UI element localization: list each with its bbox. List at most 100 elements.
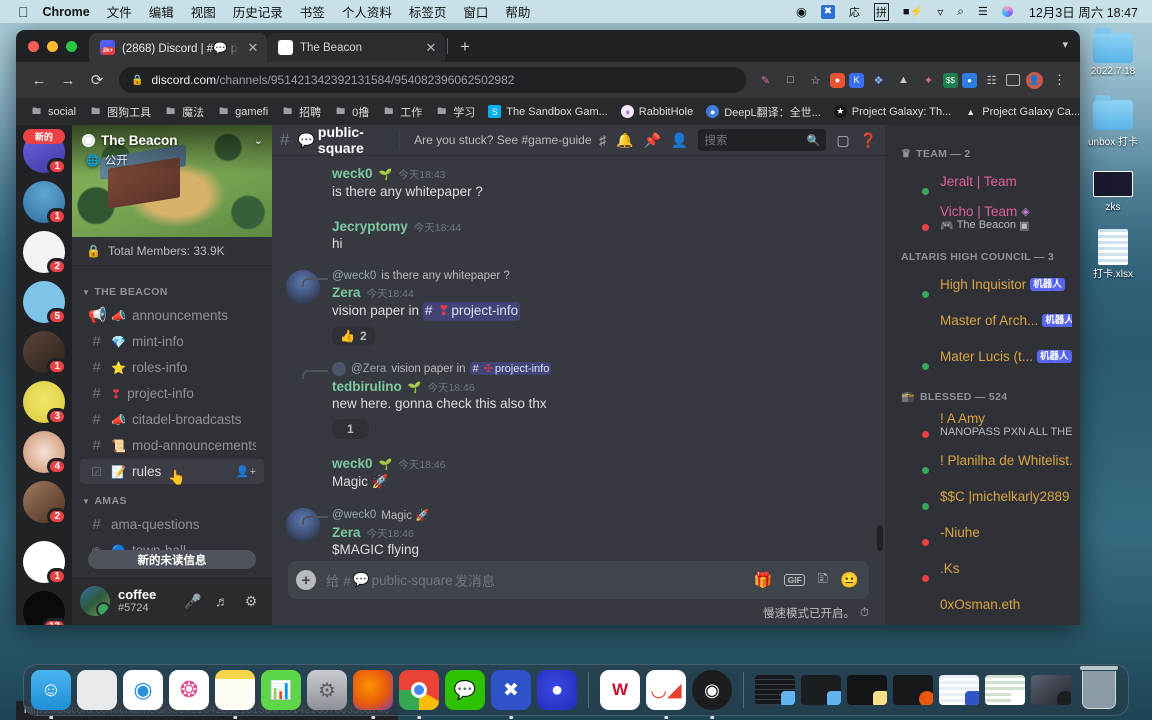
member-row[interactable]: $$C |michelkarly2889 | [885,480,1080,513]
channel-mention-link[interactable]: # ❣ project-info [422,301,521,321]
chevron-down-icon[interactable]: ⌄ [254,134,263,147]
back-button[interactable]: ← [26,67,52,93]
dock-item-obs[interactable]: ◉ [692,667,732,719]
member-row[interactable]: 0xOsman.eth [885,588,1080,621]
dock-item-photos[interactable]: ❂ [169,667,209,713]
screen-icon[interactable] [1006,74,1020,86]
dock-item-system-preferences[interactable]: ⚙ [307,667,347,713]
dock-item-xmind[interactable]: ✖ [491,667,531,719]
apps-icon[interactable]: ● [830,72,845,88]
guild-icon-8[interactable]: 2 [23,481,67,525]
dock-minimized-spreadsheet[interactable] [939,667,979,713]
battery-icon[interactable]: ■⚡ [903,5,923,18]
bookmark-magic[interactable]: 🖿 魔法 [158,101,210,123]
message-author[interactable]: Jecryptomy [332,218,408,236]
minimize-window-button[interactable] [47,40,58,52]
bookmark-social[interactable]: 🖿 social [24,102,82,121]
guild-icon-4[interactable]: 5 [23,281,67,325]
desktop-icon-zks[interactable]: zks [1078,166,1148,213]
bookmark-gamefi[interactable]: 🖿 gamefi [211,102,274,121]
guild-icon-5[interactable]: 1 [23,331,67,375]
chevron-down-icon[interactable]: ▾ [1062,38,1068,51]
message-author[interactable]: tedbirulino [332,378,402,396]
guild-icon-6[interactable]: 3 [23,381,67,425]
new-tab-button[interactable]: + [450,38,480,55]
menubar-item-tabs[interactable]: 标签页 [409,2,447,21]
pin-icon[interactable]: 📌 [643,132,660,149]
dock-minimized-photo-window[interactable] [1031,667,1071,713]
message-author[interactable]: Zera [332,524,361,542]
help-icon[interactable]: ❓ [860,132,877,149]
message-reaction[interactable]: 👍 2 [332,325,375,346]
maximize-window-button[interactable] [66,40,77,52]
dock-item-wps-cloud[interactable]: W [600,667,640,713]
extension-blue-icon[interactable]: ● [962,72,977,88]
close-icon[interactable]: ✕ [424,40,438,56]
sidebar-channel-announcements[interactable]: 📢 📣 announcements [80,303,264,328]
add-member-icon[interactable]: 👤+ [236,465,256,478]
dock-minimized-dark-window-2[interactable] [893,667,933,713]
menubar-item-file[interactable]: 文件 [107,2,132,21]
ime-icon[interactable]: 応 [849,4,860,20]
member-row[interactable]: ! Planilha de Whitelist... [885,444,1080,477]
bookmark-deepl[interactable]: ● DeepL翻译：全世... [700,101,827,123]
search-input[interactable]: 搜索 🔍 [698,129,827,151]
menu-kebab-icon[interactable]: ⋮ [1049,70,1070,91]
dock-item-firefox[interactable] [353,667,393,719]
gif-icon[interactable]: GIF [784,573,806,587]
bookmark-free[interactable]: 🖿 0撸 [328,101,375,123]
message-reaction[interactable]: 1 [332,419,369,440]
inbox-icon[interactable]: ▢ [836,132,849,149]
dock-minimized-sheet[interactable] [985,667,1025,713]
channel-category-the-beacon[interactable]: ▼ THE BEACON [72,276,272,302]
guild-icon-3[interactable]: 2 [23,231,67,275]
star-icon[interactable]: ☆ [805,70,826,91]
reply-channel-mention[interactable]: # ✣ project-info [470,362,552,376]
dock-minimized-dark-window[interactable] [847,667,887,713]
menubar-item-view[interactable]: 视图 [191,2,216,21]
dock-item-wechat[interactable]: 💬 [445,667,485,713]
emoji-icon[interactable]: 😐 [840,571,859,589]
channel-category-amas[interactable]: ▼ AMAS [72,485,272,511]
bookmark-recruit[interactable]: 🖿 招聘 [275,101,327,123]
message-author[interactable]: weck0 [332,455,373,473]
message-scrollbar[interactable] [877,525,883,551]
dock-item-launchpad[interactable] [77,667,117,713]
sidebar-channel-mod-announcements[interactable]: # 📜 mod-announcements [80,433,264,458]
member-row[interactable]: Vicho | Team ◈ 🎮 The Beacon ▣ [885,201,1080,234]
member-row[interactable]: -Niuhe [885,516,1080,549]
dock-item-finder[interactable]: ☺ [31,667,71,719]
bookmark-tools[interactable]: 🖿 图狗工具 [83,101,157,123]
search-icon[interactable]: ⌕ [957,4,964,19]
apple-logo-icon[interactable]:  [18,5,29,19]
member-row[interactable]: Mater Lucis (t... 机器人 [885,340,1080,373]
guild-icon-7[interactable]: 4 [23,431,67,475]
reply-reference[interactable]: @weck0 Magic 🚀 [302,508,869,525]
close-icon[interactable]: ✕ [246,40,260,56]
new-unread-messages-pill[interactable]: 新的未读信息 [88,550,256,569]
share-icon[interactable]: □ [780,70,801,91]
sticker-icon[interactable]: 🗈 [817,568,828,593]
guild-icon-9[interactable]: 1 [23,541,67,585]
guild-icon-2[interactable]: 1 [23,181,67,225]
dock-item-arc-browser[interactable]: ● [537,667,577,713]
dock-item-chrome[interactable] [399,667,439,719]
menubar-app-name[interactable]: Chrome [43,5,90,19]
avatar[interactable] [286,507,320,542]
address-bar[interactable]: 🔒 discord.com/channels/95142134239213158… [119,67,746,93]
guild-icon-10[interactable]: 13 [23,591,67,625]
member-row[interactable]: High Inquisitor 机器人 [885,268,1080,301]
settings-gear-icon[interactable]: ⚙ [238,588,264,614]
wifi-icon[interactable]: ▿ [937,5,943,19]
reply-reference[interactable]: @Zera vision paper in # ✣ project-info [302,361,869,379]
sidebar-channel-citadel-broadcasts[interactable]: # 📣 citadel-broadcasts [80,407,264,432]
menubar-item-bookmarks[interactable]: 书签 [300,2,325,21]
desktop-icon-xlsx[interactable]: 打卡.xlsx [1078,229,1148,280]
guild-icon-1[interactable]: 新的 1 [23,129,67,175]
reload-button[interactable]: ⟳ [84,67,110,93]
bookmark-study[interactable]: 🖿 学习 [429,101,481,123]
message-author[interactable]: weck0 [332,165,373,183]
wallet-icon[interactable]: K [849,72,864,88]
dock-item-trash[interactable] [1077,666,1121,713]
avatar[interactable] [286,270,320,305]
